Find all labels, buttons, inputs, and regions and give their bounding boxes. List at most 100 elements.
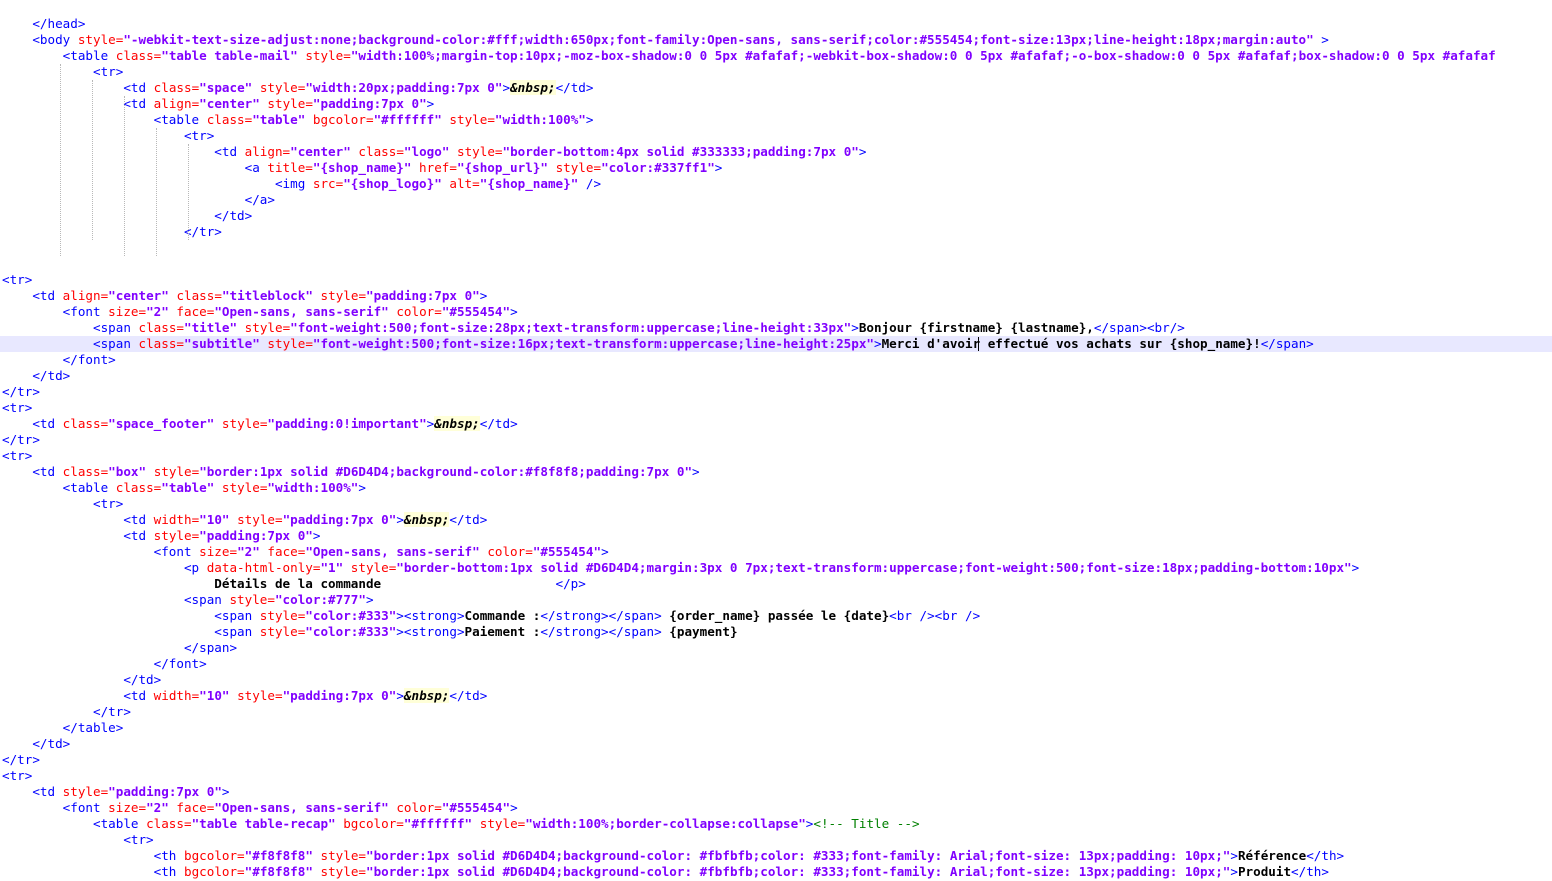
code-line[interactable]: </head> <box>0 16 1552 32</box>
code-line[interactable]: <td width="10" style="padding:7px 0">&nb… <box>0 688 1552 704</box>
code-token: "box" <box>108 464 147 479</box>
code-token: "padding:7px 0" <box>282 512 397 527</box>
code-line[interactable]: <tr> <box>0 448 1552 464</box>
code-line[interactable]: </td> <box>0 736 1552 752</box>
code-line[interactable]: </td> <box>0 208 1552 224</box>
code-line[interactable]: <img src="{shop_logo}" alt="{shop_name}"… <box>0 176 1552 192</box>
code-line[interactable] <box>0 240 1552 256</box>
code-token: class= <box>62 416 109 431</box>
code-token: "#f8f8f8" <box>244 864 313 879</box>
code-line[interactable]: </tr> <box>0 752 1552 768</box>
code-line[interactable]: <font size="2" face="Open-sans, sans-ser… <box>0 544 1552 560</box>
code-line[interactable]: </tr> <box>0 432 1552 448</box>
indent-guide <box>60 64 61 256</box>
code-line[interactable]: <td style="padding:7px 0"> <box>0 784 1552 800</box>
code-token: > <box>396 512 404 527</box>
code-token: class= <box>115 48 162 63</box>
code-line[interactable]: </tr> <box>0 704 1552 720</box>
code-line[interactable]: <td class="box" style="border:1px solid … <box>0 464 1552 480</box>
code-token: color= <box>396 304 442 319</box>
code-line[interactable]: <span class="subtitle" style="font-weigh… <box>0 336 1552 352</box>
code-line[interactable] <box>0 256 1552 272</box>
code-line[interactable]: <tr> <box>0 768 1552 784</box>
code-editor[interactable]: </head> <body style="-webkit-text-size-a… <box>0 0 1552 881</box>
code-line[interactable]: <th bgcolor="#f8f8f8" style="border:1px … <box>0 864 1552 880</box>
code-line[interactable]: <font size="2" face="Open-sans, sans-ser… <box>0 800 1552 816</box>
code-line[interactable]: </td> <box>0 672 1552 688</box>
code-token: face= <box>176 800 215 815</box>
code-token: <td <box>2 528 154 543</box>
code-token: > <box>692 464 700 479</box>
code-line[interactable]: <td align="center" class="logo" style="b… <box>0 144 1552 160</box>
code-token: <table <box>2 112 207 127</box>
code-line[interactable]: <th bgcolor="#f8f8f8" style="border:1px … <box>0 848 1552 864</box>
code-line[interactable]: <td style="padding:7px 0"> <box>0 528 1552 544</box>
code-token: > <box>358 480 366 495</box>
code-token: <td <box>2 96 154 111</box>
code-token: "color:#333" <box>305 624 397 639</box>
code-line[interactable]: <font size="2" face="Open-sans, sans-ser… <box>0 304 1552 320</box>
code-line[interactable]: <table class="table" bgcolor="#ffffff" s… <box>0 112 1552 128</box>
code-token: class= <box>176 288 222 303</box>
text-caret <box>978 337 979 351</box>
code-line[interactable]: <td align="center" class="titleblock" st… <box>0 288 1552 304</box>
code-token: "title" <box>183 320 238 335</box>
code-line[interactable]: </tr> <box>0 384 1552 400</box>
code-line[interactable]: <td class="space_footer" style="padding:… <box>0 416 1552 432</box>
code-token: "width:100%" <box>267 480 359 495</box>
code-line[interactable]: <table class="table" style="width:100%"> <box>0 480 1552 496</box>
code-token: class= <box>358 144 404 159</box>
code-line[interactable]: </td> <box>0 368 1552 384</box>
code-line[interactable]: <tr> <box>0 272 1552 288</box>
code-token: <tr> <box>2 448 33 463</box>
code-line[interactable]: <table class="table table-mail" style="w… <box>0 48 1552 64</box>
code-token: title= <box>267 160 313 175</box>
code-line[interactable]: </table> <box>0 720 1552 736</box>
code-token: "subtitle" <box>183 336 260 351</box>
code-token: style= <box>221 416 268 431</box>
code-line[interactable]: <td width="10" style="padding:7px 0">&nb… <box>0 512 1552 528</box>
code-token: style= <box>77 32 124 47</box>
code-line[interactable]: <td class="space" style="width:20px;padd… <box>0 80 1552 96</box>
code-token: <span <box>2 592 230 607</box>
code-token: <span <box>2 320 139 335</box>
code-line[interactable]: </a> <box>0 192 1552 208</box>
code-token: <tr> <box>2 400 33 415</box>
code-line[interactable]: <p data-html-only="1" style="border-bott… <box>0 560 1552 576</box>
code-token: <body <box>2 32 78 47</box>
code-line[interactable]: <tr> <box>0 64 1552 80</box>
code-line[interactable]: Détails de la commande </p> <box>0 576 1552 592</box>
code-line[interactable]: <span class="title" style="font-weight:5… <box>0 320 1552 336</box>
code-line[interactable]: <tr> <box>0 832 1552 848</box>
code-line[interactable]: <span style="color:#333"><strong>Paiemen… <box>0 624 1552 640</box>
code-line[interactable]: <tr> <box>0 128 1552 144</box>
code-line[interactable]: <body style="-webkit-text-size-adjust:no… <box>0 32 1552 48</box>
code-token: style= <box>237 688 283 703</box>
code-line[interactable]: </font> <box>0 352 1552 368</box>
code-token: size= <box>199 544 238 559</box>
code-token: face= <box>176 304 215 319</box>
code-token: </strong></span> <box>540 608 670 623</box>
code-line[interactable]: </font> <box>0 656 1552 672</box>
code-token: src= <box>312 176 344 191</box>
code-token: "width:20px;padding:7px 0" <box>305 80 503 95</box>
code-token: "center" <box>290 144 351 159</box>
code-line[interactable]: <a title="{shop_name}" href="{shop_url}"… <box>0 160 1552 176</box>
code-line[interactable]: <tr> <box>0 400 1552 416</box>
code-line[interactable]: <tr> <box>0 496 1552 512</box>
code-token: Référence <box>1237 848 1307 863</box>
code-token: style= <box>320 288 367 303</box>
code-line[interactable]: <span style="color:#777"> <box>0 592 1552 608</box>
code-line[interactable]: <span style="color:#333"><strong>Command… <box>0 608 1552 624</box>
code-token: > <box>312 528 321 543</box>
code-token: &nbsp; <box>434 416 480 431</box>
code-line[interactable]: </tr> <box>0 224 1552 240</box>
code-line[interactable]: </span> <box>0 640 1552 656</box>
code-token: "2" <box>146 800 169 815</box>
code-line[interactable]: <td align="center" style="padding:7px 0"… <box>0 96 1552 112</box>
code-token: "padding:0!important" <box>267 416 427 431</box>
code-line[interactable]: <table class="table table-recap" bgcolor… <box>0 816 1552 832</box>
